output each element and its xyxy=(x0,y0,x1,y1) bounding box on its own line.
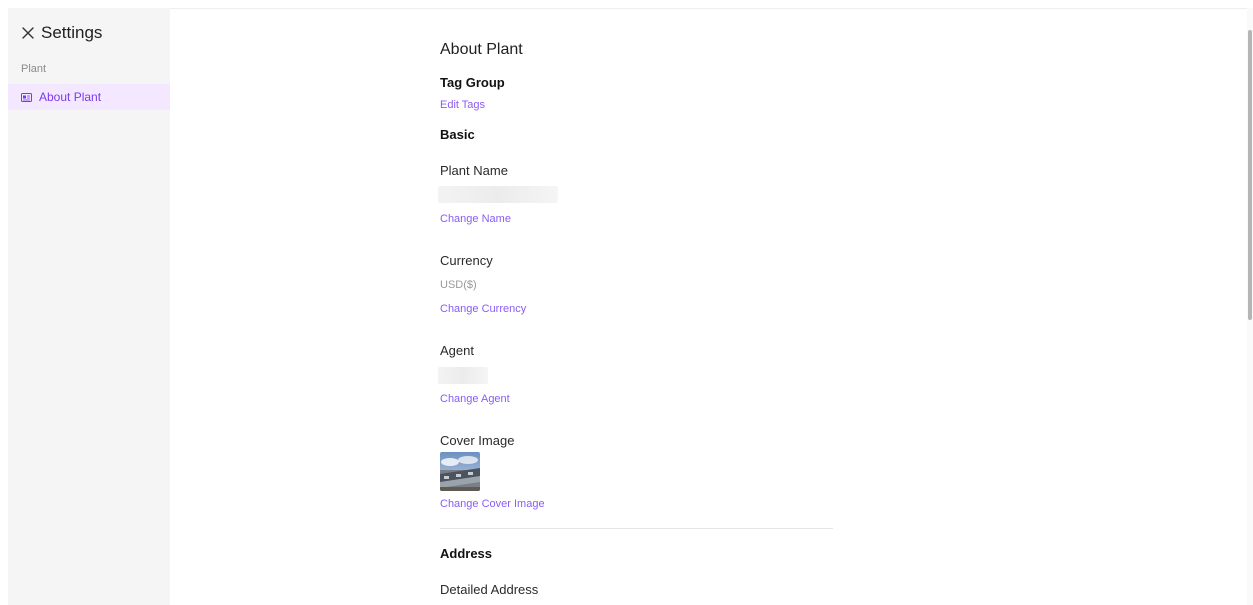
change-name-link[interactable]: Change Name xyxy=(440,213,511,225)
top-divider xyxy=(170,8,1253,9)
currency-label: Currency xyxy=(440,253,493,268)
cover-image-label: Cover Image xyxy=(440,433,515,448)
section-divider xyxy=(440,528,833,529)
currency-value: USD($) xyxy=(440,279,477,291)
basic-heading: Basic xyxy=(440,127,475,142)
cover-photo-image xyxy=(440,452,480,491)
sidebar: Settings Plant About Plant xyxy=(8,8,170,605)
cover-image-thumbnail xyxy=(440,452,480,491)
tag-group-heading: Tag Group xyxy=(440,75,505,90)
plant-name-label: Plant Name xyxy=(440,163,508,178)
scrollbar-thumb[interactable] xyxy=(1248,30,1252,320)
settings-title: Settings xyxy=(41,23,103,42)
sidebar-section-plant: Plant xyxy=(21,63,47,75)
close-icon[interactable] xyxy=(21,26,35,40)
settings-app: Settings Plant About Plant About Plant T… xyxy=(0,0,1253,605)
address-heading: Address xyxy=(440,546,493,561)
plant-name-value-redacted xyxy=(438,186,558,203)
page-title: About Plant xyxy=(440,41,523,58)
change-currency-link[interactable]: Change Currency xyxy=(440,303,526,315)
change-cover-image-link[interactable]: Change Cover Image xyxy=(440,498,545,510)
edit-tags-link[interactable]: Edit Tags xyxy=(440,99,485,111)
id-card-icon xyxy=(21,92,32,102)
detailed-address-label: Detailed Address xyxy=(440,582,539,597)
change-agent-link[interactable]: Change Agent xyxy=(440,393,510,405)
sidebar-item-about-plant[interactable]: About Plant xyxy=(8,84,170,110)
agent-label: Agent xyxy=(440,343,474,358)
close-settings-button[interactable]: Settings xyxy=(21,21,102,45)
vertical-scrollbar[interactable] xyxy=(1247,8,1253,605)
agent-value-redacted xyxy=(438,367,488,384)
sidebar-item-label: About Plant xyxy=(39,90,102,104)
